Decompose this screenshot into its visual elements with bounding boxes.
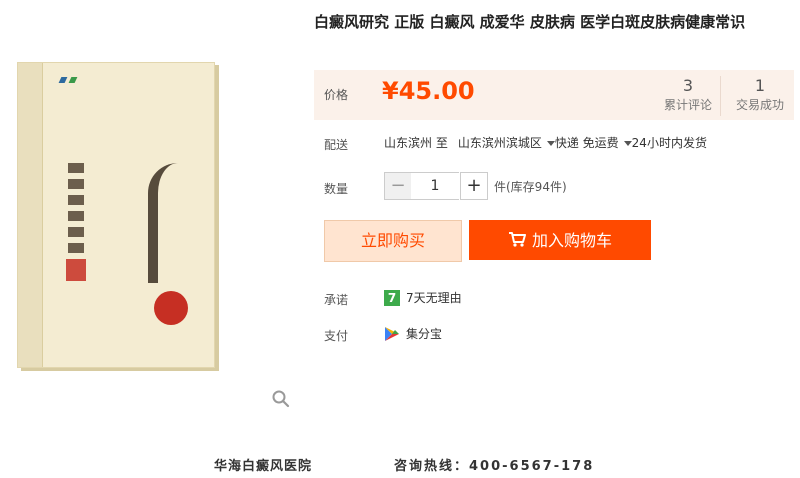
- cover-calligraphy-mark: [148, 163, 218, 283]
- reviews-stat[interactable]: 3 累计评论: [656, 76, 721, 116]
- publisher-logo-mark: [58, 77, 68, 83]
- magnifier-icon[interactable]: [271, 389, 291, 409]
- publisher-logo-mark-green: [68, 77, 78, 83]
- cover-vertical-title-mark: [68, 163, 84, 253]
- quantity-decrease-button[interactable]: −: [384, 172, 412, 200]
- chevron-down-icon[interactable]: [623, 141, 632, 146]
- quantity-input[interactable]: [411, 172, 459, 200]
- jifenbao-icon: [384, 326, 400, 342]
- shipping-from: 山东滨州 至: [384, 136, 448, 150]
- payment-text[interactable]: 集分宝: [406, 327, 442, 341]
- trades-label: 交易成功: [735, 98, 784, 112]
- add-to-cart-button[interactable]: 加入购物车: [469, 220, 651, 260]
- product-gallery: [0, 0, 300, 420]
- promise-label: 承诺: [324, 293, 349, 307]
- quantity-increase-button[interactable]: +: [460, 172, 488, 200]
- product-title: 白癜风研究 正版 白癜风 成爱华 皮肤病 医学白斑皮肤病健康常识: [314, 13, 746, 31]
- promise-row: 7 7天无理由: [384, 289, 462, 306]
- price-value: ¥45.00: [382, 77, 475, 105]
- stock-info: 件(库存94件): [494, 180, 567, 194]
- payment-row: 集分宝: [384, 325, 442, 342]
- shipping-destination[interactable]: 山东滨州滨城区: [458, 136, 542, 150]
- shipping-method[interactable]: 快递 免运费: [555, 136, 619, 150]
- dispatch-time: 24小时内发货: [631, 136, 707, 150]
- promise-text[interactable]: 7天无理由: [406, 291, 462, 305]
- quantity-label: 数量: [324, 182, 349, 196]
- shipping-label: 配送: [324, 138, 349, 152]
- cover-red-seal: [154, 291, 188, 325]
- seven-day-icon: 7: [384, 289, 400, 306]
- buy-now-button[interactable]: 立即购买: [324, 220, 462, 262]
- chevron-down-icon[interactable]: [546, 141, 555, 146]
- product-image-book-cover[interactable]: [17, 62, 215, 368]
- price-panel: 价格 ¥45.00 3 累计评论 1 交易成功: [314, 70, 794, 120]
- hospital-name: 华海白癜风医院: [214, 459, 313, 474]
- payment-label: 支付: [324, 329, 349, 343]
- cart-icon: [508, 221, 526, 263]
- reviews-count: 3: [682, 76, 694, 95]
- reviews-label: 累计评论: [663, 98, 712, 112]
- shipping-row: 山东滨州 至山东滨州滨城区 快递 免运费 24小时内发货: [384, 134, 707, 151]
- add-to-cart-label: 加入购物车: [531, 231, 612, 250]
- hotline-text: 咨询热线：400-6567-178: [394, 459, 595, 474]
- trades-count: 1: [754, 76, 766, 95]
- cover-red-title-mark: [66, 259, 86, 281]
- trades-stat[interactable]: 1 交易成功: [726, 76, 794, 116]
- price-label: 价格: [324, 88, 349, 102]
- book-spine: [18, 63, 43, 367]
